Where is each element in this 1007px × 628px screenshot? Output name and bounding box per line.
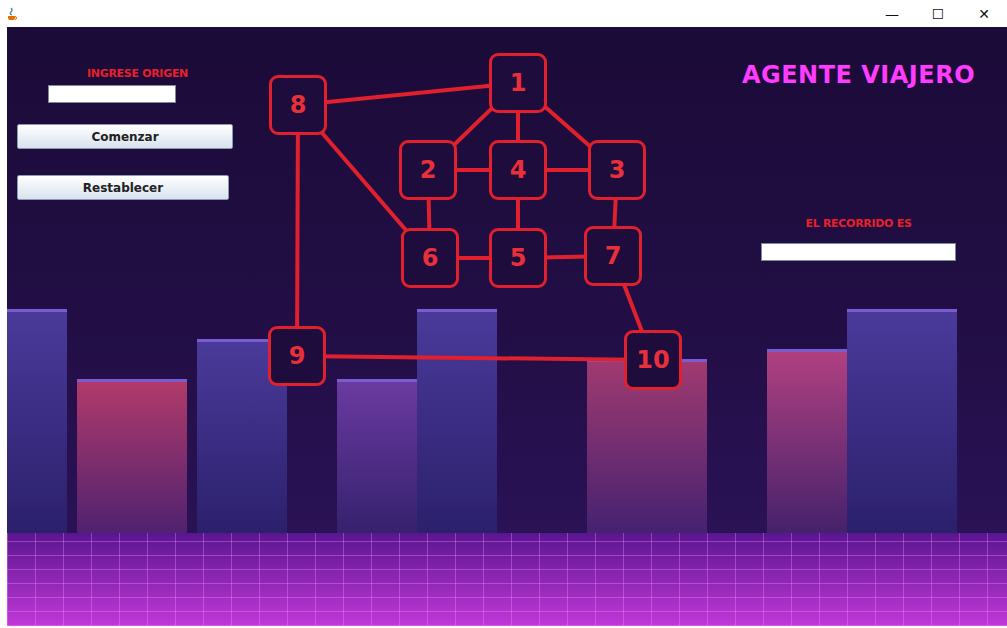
graph-node: 7 [584, 226, 642, 286]
graph-node: 5 [489, 228, 547, 288]
graph-node: 4 [489, 140, 547, 200]
graph-node: 6 [401, 228, 459, 288]
window-control[interactable]: ☐ [915, 6, 961, 22]
result-label: EL RECORRIDO ES [805, 217, 911, 230]
app-title: AGENTE VIAJERO [742, 61, 975, 89]
start-button[interactable]: Comenzar [17, 124, 233, 149]
app-window: —☐✕ INGRESE ORIGEN Comenzar Restablecer 12 34… [0, 0, 1007, 628]
graph-node: 1 [489, 53, 547, 113]
graph-edge [297, 356, 653, 360]
graph-node: 3 [588, 140, 646, 200]
app-content: INGRESE ORIGEN Comenzar Restablecer 12 34 56 7… [7, 27, 1007, 626]
control-panel: INGRESE ORIGEN Comenzar Restablecer [7, 27, 250, 626]
graph-edge [298, 83, 518, 105]
grid-floor [7, 533, 1007, 626]
origin-input[interactable] [48, 85, 176, 103]
reset-button[interactable]: Restablecer [17, 175, 229, 200]
graph-node: 9 [268, 326, 326, 386]
graph-edge [297, 105, 298, 356]
city-background [7, 302, 1007, 542]
result-panel: AGENTE VIAJERO EL RECORRIDO ES [710, 27, 1007, 626]
window-control[interactable]: ✕ [961, 6, 1007, 22]
origin-label: INGRESE ORIGEN [87, 67, 188, 80]
graph-node: 10 [624, 330, 682, 390]
window-control[interactable]: — [869, 6, 915, 22]
title-bar: —☐✕ [0, 0, 1007, 27]
result-output[interactable] [761, 243, 956, 261]
graph-node: 2 [399, 140, 457, 200]
java-icon [4, 6, 20, 22]
graph-canvas: 12345678910 [250, 27, 710, 407]
graph-node: 8 [269, 75, 327, 135]
